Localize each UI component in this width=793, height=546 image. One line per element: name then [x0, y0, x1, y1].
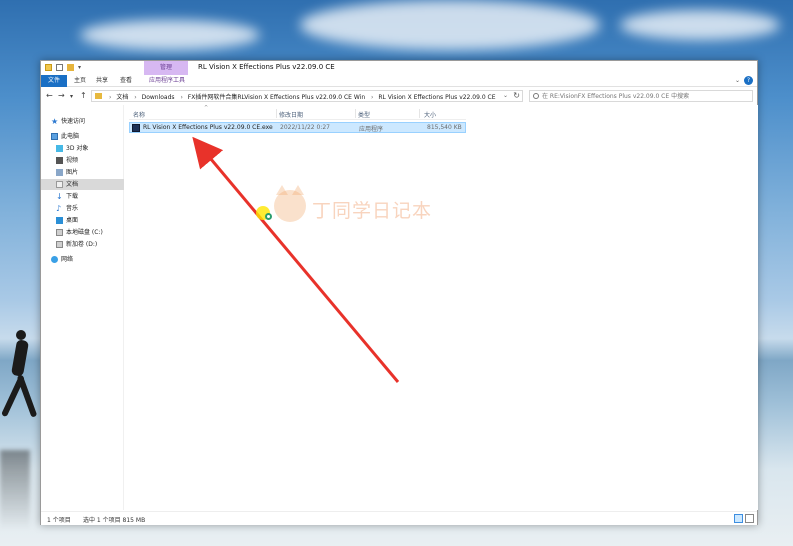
address-bar[interactable]: › 文档 › Downloads › FX插件网软件合集RLVision X E…: [91, 90, 523, 102]
folder-icon[interactable]: [45, 64, 52, 71]
back-arrow-icon[interactable]: ←: [46, 91, 53, 100]
sidebar-item-documents[interactable]: 文档: [41, 179, 124, 190]
tab-file[interactable]: 文件: [41, 75, 67, 87]
sidebar-item-music[interactable]: ♪ 音乐: [41, 203, 124, 214]
music-icon: ♪: [56, 204, 62, 213]
navigation-bar: ← → ▾ ↑ › 文档 › Downloads › FX插件网软件合集RLVi…: [41, 88, 757, 104]
breadcrumb-documents[interactable]: 文档: [116, 94, 128, 101]
video-icon: [56, 157, 63, 164]
column-header-name[interactable]: 名称: [133, 110, 145, 119]
sort-ascending-icon: ^: [204, 105, 209, 111]
new-folder-icon[interactable]: [67, 64, 74, 71]
breadcrumb-current-folder[interactable]: RL Vision X Effections Plus v22.09.0 CE: [378, 94, 495, 101]
breadcrumb: › 文档 › Downloads › FX插件网软件合集RLVision X E…: [109, 94, 496, 101]
drive-icon: [56, 229, 63, 236]
recent-locations-icon[interactable]: ▾: [70, 93, 73, 100]
expand-ribbon-icon[interactable]: ⌄: [735, 77, 740, 84]
manage-tab[interactable]: 管理: [144, 61, 188, 75]
quick-access-toolbar: ▾: [45, 64, 81, 71]
sidebar-item-videos[interactable]: 视频: [41, 155, 124, 166]
pictures-icon: [56, 169, 63, 176]
navigation-pane: ★ 快速访问 此电脑 3D 对象 视频 图片 文档 ↓ 下载 ♪ 音乐 桌面 本…: [41, 105, 124, 510]
3d-objects-icon: [56, 145, 63, 152]
selection-info: 选中 1 个项目 815 MB: [83, 517, 146, 524]
watermark-text: 丁同学日记本: [312, 200, 433, 222]
star-icon: ★: [51, 117, 59, 126]
qat-dropdown-icon[interactable]: ▾: [78, 64, 81, 71]
sidebar-item-this-pc[interactable]: 此电脑: [41, 131, 124, 142]
title-bar: ▾ 管理 RL Vision X Effections Plus v22.09.…: [41, 61, 757, 75]
file-size: 815,540 KB: [427, 124, 462, 131]
column-headers: ^ 名称 修改日期 类型 大小: [129, 105, 466, 120]
file-list: ^ 名称 修改日期 类型 大小 RL Vision X Effections P…: [125, 105, 758, 510]
cursor-icon: [265, 213, 272, 220]
file-explorer-window: ▾ 管理 RL Vision X Effections Plus v22.09.…: [40, 60, 758, 525]
search-icon: [533, 93, 539, 99]
table-row[interactable]: RL Vision X Effections Plus v22.09.0 CE.…: [129, 122, 466, 133]
file-date: 2022/11/22 0:27: [280, 124, 330, 131]
sidebar-item-3d-objects[interactable]: 3D 对象: [41, 143, 124, 154]
status-bar: 1 个项目 选中 1 个项目 815 MB: [41, 511, 757, 525]
tab-home[interactable]: 主页: [71, 75, 89, 87]
documents-icon: [56, 181, 63, 188]
tab-application-tools[interactable]: 应用程序工具: [145, 75, 189, 87]
properties-icon[interactable]: [56, 64, 63, 71]
folder-icon: [95, 93, 102, 99]
computer-icon: [51, 133, 58, 140]
column-header-size[interactable]: 大小: [424, 110, 436, 119]
download-icon: ↓: [56, 192, 63, 201]
sidebar-item-drive-d[interactable]: 新加卷 (D:): [41, 239, 124, 250]
column-header-date[interactable]: 修改日期: [279, 110, 303, 119]
ribbon-tabs: 文件 主页 共享 查看 应用程序工具 ⌄ ?: [41, 75, 757, 87]
runner-reflection: [0, 450, 30, 530]
sidebar-item-quick-access[interactable]: ★ 快速访问: [41, 116, 124, 127]
breadcrumb-parent-folder[interactable]: FX插件网软件合集RLVision X Effections Plus v22.…: [188, 94, 365, 101]
file-name: RL Vision X Effections Plus v22.09.0 CE.…: [143, 124, 273, 131]
file-type: 应用程序: [359, 126, 384, 133]
forward-arrow-icon[interactable]: →: [58, 91, 65, 100]
sidebar-item-pictures[interactable]: 图片: [41, 167, 124, 178]
sidebar-item-downloads[interactable]: ↓ 下载: [41, 191, 124, 202]
details-view-icon[interactable]: [734, 514, 743, 523]
item-count: 1 个项目: [47, 517, 71, 524]
drive-icon: [56, 241, 63, 248]
desktop-icon: [56, 217, 63, 224]
sidebar-item-drive-c[interactable]: 本地磁盘 (C:): [41, 227, 124, 238]
tab-view[interactable]: 查看: [117, 75, 135, 87]
sidebar-item-network[interactable]: 网络: [41, 254, 124, 265]
large-icons-view-icon[interactable]: [745, 514, 754, 523]
watermark: 丁同学日记本: [274, 185, 454, 230]
runner-silhouette: [0, 330, 38, 426]
up-arrow-icon[interactable]: ↑: [80, 91, 87, 100]
refresh-icon[interactable]: ↻: [513, 91, 520, 100]
network-icon: [51, 256, 58, 263]
search-box[interactable]: [529, 90, 753, 102]
sidebar-item-desktop[interactable]: 桌面: [41, 215, 124, 226]
shiba-logo-icon: [274, 190, 306, 222]
breadcrumb-downloads[interactable]: Downloads: [142, 94, 175, 101]
help-icon[interactable]: ?: [744, 76, 753, 85]
window-title: RL Vision X Effections Plus v22.09.0 CE: [198, 63, 335, 71]
address-dropdown-icon[interactable]: ⌄: [503, 92, 508, 99]
search-input[interactable]: [542, 92, 747, 101]
application-icon: [132, 124, 140, 132]
tab-share[interactable]: 共享: [93, 75, 111, 87]
column-header-type[interactable]: 类型: [358, 110, 370, 119]
